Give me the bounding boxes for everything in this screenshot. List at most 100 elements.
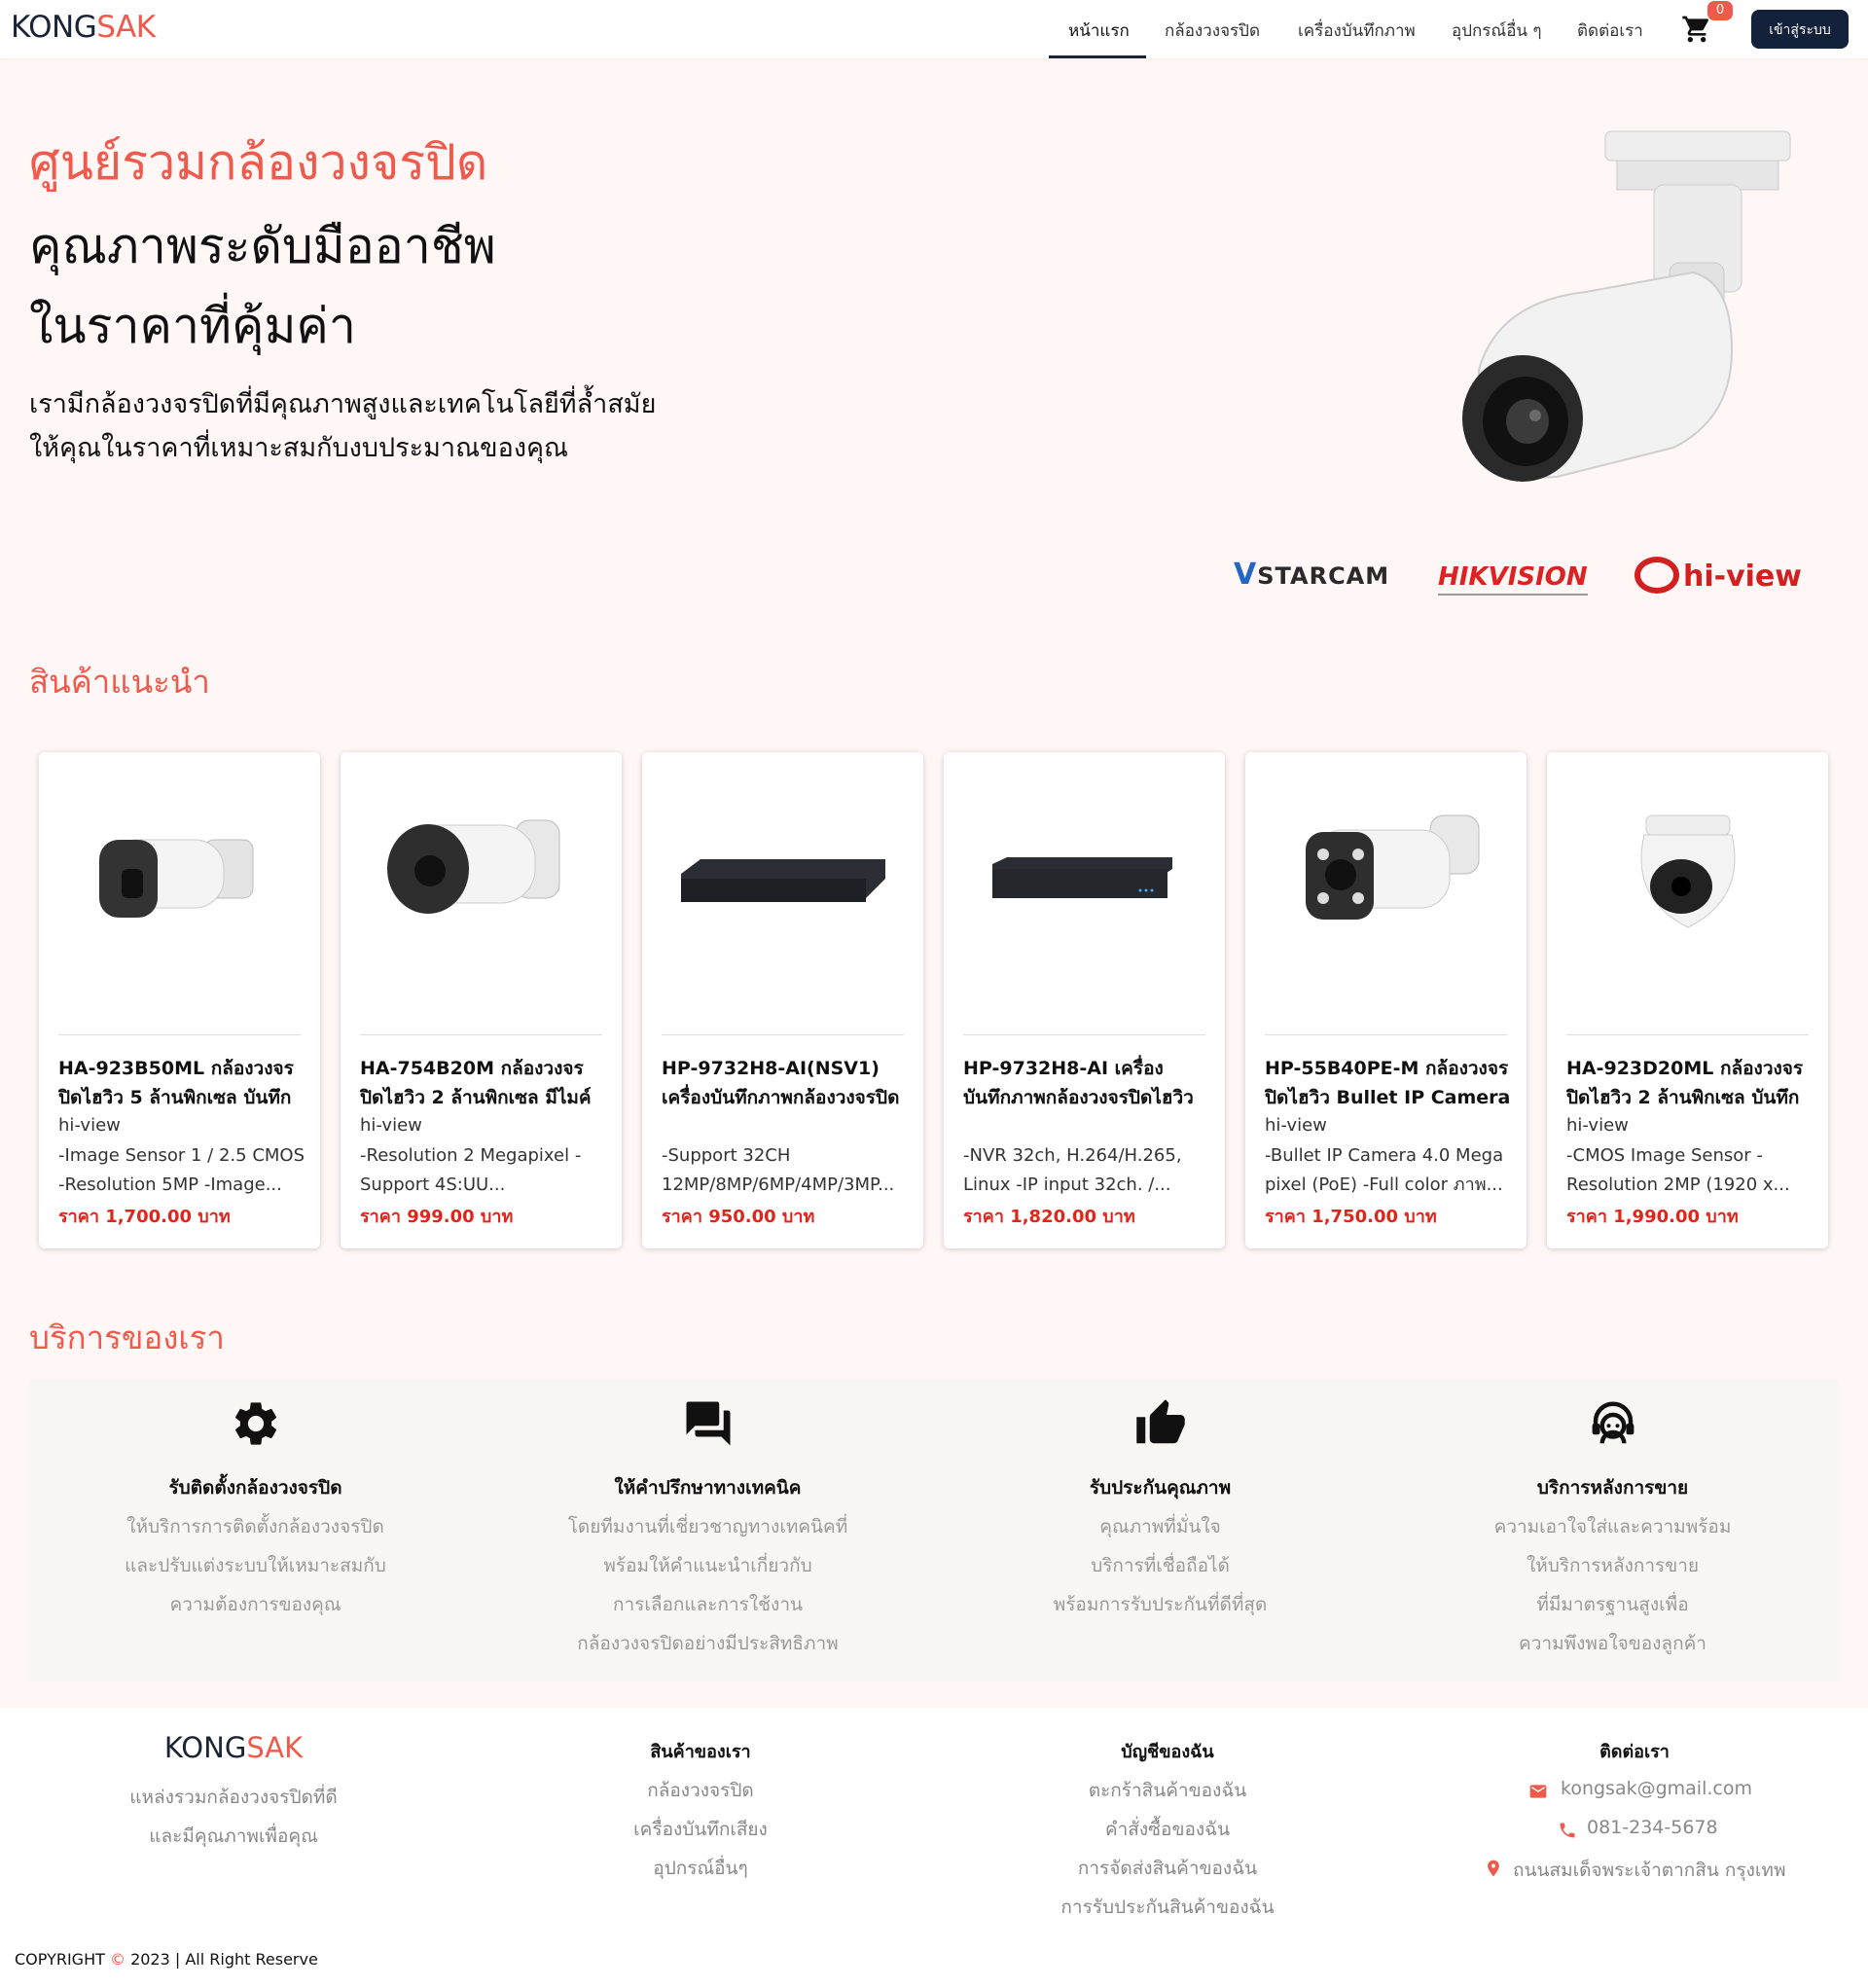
product-image-bullet-camera-white bbox=[387, 819, 560, 914]
nav-cctv[interactable]: กล้องวงจรปิด bbox=[1165, 18, 1260, 44]
footer-link-recorders[interactable]: เครื่องบันทึกเสียง bbox=[525, 1815, 876, 1844]
logo-part-sak: SAK bbox=[96, 10, 156, 45]
product-spec: -Resolution 2 Megapixel -Support 4S:UU..… bbox=[360, 1145, 582, 1195]
product-spec: -CMOS Image Sensor - Resolution 2MP (192… bbox=[1566, 1145, 1790, 1195]
footer: KONGSAK แหล่งรวมกล้องวงจรปิดที่ดี และมีค… bbox=[0, 1708, 1868, 1988]
product-price: ราคา 1,750.00 บาท bbox=[1265, 1207, 1437, 1227]
product-spec: -NVR 32ch, H.264/H.265, Linux -IP input … bbox=[963, 1145, 1182, 1195]
footer-link-shipping[interactable]: การจัดส่งสินค้าของฉัน bbox=[992, 1854, 1343, 1883]
footer-products-heading: สินค้าของเรา bbox=[650, 1742, 751, 1762]
footer-link-cart[interactable]: ตะกร้าสินค้าของฉัน bbox=[992, 1776, 1343, 1805]
service-line: พร้อมให้คำแนะนำเกี่ยวกับ bbox=[603, 1555, 812, 1576]
nav-accessories[interactable]: อุปกรณ์อื่น ๆ bbox=[1452, 18, 1542, 44]
hero-title-line3: ในราคาที่คุ้มค่า bbox=[29, 298, 356, 354]
service-warranty: รับประกันคุณภาพ คุณภาพที่มั่นใจ บริการที… bbox=[934, 1380, 1386, 1681]
product-brand: hi-view bbox=[1566, 1115, 1629, 1136]
login-button[interactable]: เข้าสู่ระบบ bbox=[1751, 10, 1849, 49]
service-consulting: ให้คำปรึกษาทางเทคนิค โดยทีมงานที่เชี่ยวช… bbox=[482, 1380, 934, 1681]
chat-icon bbox=[686, 1401, 731, 1446]
product-name[interactable]: HA-923D20ML กล้องวงจรปิดไฮวิว 2 ล้านพิกเ… bbox=[1566, 1054, 1814, 1112]
footer-logo[interactable]: KONGSAK bbox=[58, 1731, 409, 1764]
card-divider bbox=[1566, 1034, 1809, 1035]
service-line: และปรับแต่งระบบให้เหมาะสมกับ bbox=[125, 1555, 386, 1576]
footer-phone[interactable]: 081-234-5678 bbox=[1587, 1817, 1718, 1838]
footer-contact-heading: ติดต่อเรา bbox=[1599, 1742, 1670, 1762]
service-line: โดยทีมงานที่เชี่ยวชาญทางเทคนิคที่ bbox=[567, 1516, 848, 1537]
service-title: ให้คำปรึกษาทางเทคนิค bbox=[614, 1477, 802, 1499]
copyright-notice: COPYRIGHT © 2023 | All Right Reserve bbox=[15, 1950, 318, 1969]
footer-link-cctv[interactable]: กล้องวงจรปิด bbox=[525, 1776, 876, 1805]
product-card[interactable]: HP-55B40PE-M กล้องวงจรปิดไฮวิว Bullet IP… bbox=[1245, 752, 1527, 1248]
services-section-title: บริการของเรา bbox=[29, 1319, 225, 1356]
product-spec: -Support 32CH 12MP/8MP/6MP/4MP/3MP... bbox=[662, 1145, 895, 1195]
hiview-eye-icon bbox=[1634, 557, 1679, 594]
cart-icon[interactable] bbox=[1681, 14, 1712, 45]
product-name[interactable]: HP-9732H8-AI(NSV1) เครื่องบันทึกภาพกล้อง… bbox=[662, 1054, 909, 1112]
product-card[interactable]: HA-923B50ML กล้องวงจรปิดไฮวิว 5 ล้านพิกเ… bbox=[39, 752, 320, 1248]
service-title: รับติดตั้งกล้องวงจรปิด bbox=[168, 1477, 342, 1499]
nav-contact[interactable]: ติดต่อเรา bbox=[1577, 18, 1643, 44]
footer-email[interactable]: kongsak@gmail.com bbox=[1561, 1778, 1752, 1799]
brand-logo-starcam: VSTARCAM bbox=[1234, 558, 1390, 592]
logo-part-kong: KONG bbox=[11, 10, 97, 45]
phone-icon bbox=[1560, 1823, 1575, 1838]
card-divider bbox=[1265, 1034, 1507, 1035]
product-brand: hi-view bbox=[58, 1115, 121, 1136]
product-name[interactable]: HP-9732H8-AI เครื่องบันทึกภาพกล้องวงจรปิ… bbox=[963, 1054, 1210, 1112]
product-price: ราคา 999.00 บาท bbox=[360, 1207, 514, 1227]
card-divider bbox=[360, 1034, 602, 1035]
footer-link-accessories[interactable]: อุปกรณ์อื่นๆ bbox=[525, 1854, 876, 1883]
email-icon bbox=[1529, 1785, 1547, 1798]
services-panel: รับติดตั้งกล้องวงจรปิด ให้บริการการติดตั… bbox=[29, 1380, 1839, 1681]
footer-tagline-line1: แหล่งรวมกล้องวงจรปิดที่ดี bbox=[129, 1787, 338, 1808]
card-divider bbox=[662, 1034, 904, 1035]
product-card[interactable]: HP-9732H8-AI(NSV1) เครื่องบันทึกภาพกล้อง… bbox=[642, 752, 923, 1248]
product-card[interactable]: HA-754B20M กล้องวงจรปิดไฮวิว 2 ล้านพิกเซ… bbox=[341, 752, 622, 1248]
service-line: กล้องวงจรปิดอย่างมีประสิทธิภาพ bbox=[577, 1633, 839, 1654]
footer-tagline-line2: และมีคุณภาพเพื่อคุณ bbox=[149, 1825, 318, 1847]
service-installation: รับติดตั้งกล้องวงจรปิด ให้บริการการติดตั… bbox=[29, 1380, 482, 1681]
product-name[interactable]: HA-754B20M กล้องวงจรปิดไฮวิว 2 ล้านพิกเซ… bbox=[360, 1054, 607, 1112]
service-line: ให้บริการการติดตั้งกล้องวงจรปิด bbox=[126, 1516, 384, 1537]
product-price: ราคา 950.00 บาท bbox=[662, 1207, 815, 1227]
nav-home[interactable]: หน้าแรก bbox=[1068, 18, 1130, 44]
service-line: ความเอาใจใส่และความพร้อม bbox=[1493, 1516, 1732, 1537]
gear-icon bbox=[235, 1402, 277, 1445]
product-card[interactable]: HA-923D20ML กล้องวงจรปิดไฮวิว 2 ล้านพิกเ… bbox=[1547, 752, 1828, 1248]
cart-count-badge: 0 bbox=[1707, 1, 1733, 20]
top-navbar: KONGSAK หน้าแรก กล้องวงจรปิด เครื่องบันท… bbox=[0, 0, 1868, 58]
support-agent-icon bbox=[1592, 1401, 1634, 1444]
product-brand: hi-view bbox=[1265, 1115, 1327, 1136]
nav-recorders[interactable]: เครื่องบันทึกภาพ bbox=[1298, 18, 1416, 44]
copyright-symbol: © bbox=[109, 1950, 126, 1969]
product-price: ราคา 1,700.00 บาท bbox=[58, 1207, 231, 1227]
brand-logo-hikvision: HIKVISION bbox=[1438, 562, 1588, 596]
product-card[interactable]: HP-9732H8-AI เครื่องบันทึกภาพกล้องวงจรปิ… bbox=[944, 752, 1225, 1248]
site-logo[interactable]: KONGSAK bbox=[11, 10, 156, 45]
service-line: ที่มีมาตรฐานสูงเพื่อ bbox=[1536, 1594, 1689, 1615]
service-title: บริการหลังการขาย bbox=[1536, 1477, 1689, 1499]
product-price: ราคา 1,990.00 บาท bbox=[1566, 1207, 1739, 1227]
product-name[interactable]: HA-923B50ML กล้องวงจรปิดไฮวิว 5 ล้านพิกเ… bbox=[58, 1054, 305, 1112]
product-name[interactable]: HP-55B40PE-M กล้องวงจรปิดไฮวิว Bullet IP… bbox=[1265, 1054, 1512, 1112]
hero-description-line1: เรามีกล้องวงจรปิดที่มีคุณภาพสูงและเทคโนโ… bbox=[29, 389, 657, 419]
product-price: ราคา 1,820.00 บาท bbox=[963, 1207, 1135, 1227]
card-divider bbox=[963, 1034, 1205, 1035]
footer-link-orders[interactable]: คำสั่งซื้อของฉัน bbox=[992, 1815, 1343, 1844]
product-image-nvr-recorder-slim bbox=[992, 857, 1172, 898]
service-line: ให้บริการหลังการขาย bbox=[1526, 1555, 1700, 1576]
service-line: คุณภาพที่มั่นใจ bbox=[1099, 1516, 1221, 1537]
nav-active-indicator bbox=[1049, 55, 1146, 58]
service-line: การเลือกและการใช้งาน bbox=[612, 1594, 803, 1615]
service-line: ความต้องการของคุณ bbox=[169, 1594, 341, 1615]
product-image-nvr-recorder bbox=[681, 859, 885, 902]
thumbs-up-icon bbox=[1136, 1399, 1185, 1444]
hero-camera-image bbox=[1462, 130, 1791, 482]
service-line: ความพึงพอใจของลูกค้า bbox=[1519, 1633, 1706, 1654]
hero-title-line1: ศูนย์รวมกล้องวงจรปิด bbox=[29, 134, 488, 191]
products-section-title: สินค้าแนะนำ bbox=[29, 663, 210, 701]
footer-link-warranty[interactable]: การรับประกันสินค้าของฉัน bbox=[992, 1893, 1343, 1922]
product-image-bullet-camera-dark bbox=[99, 839, 254, 918]
location-pin-icon bbox=[1488, 1860, 1499, 1877]
service-title: รับประกันคุณภาพ bbox=[1089, 1477, 1232, 1499]
